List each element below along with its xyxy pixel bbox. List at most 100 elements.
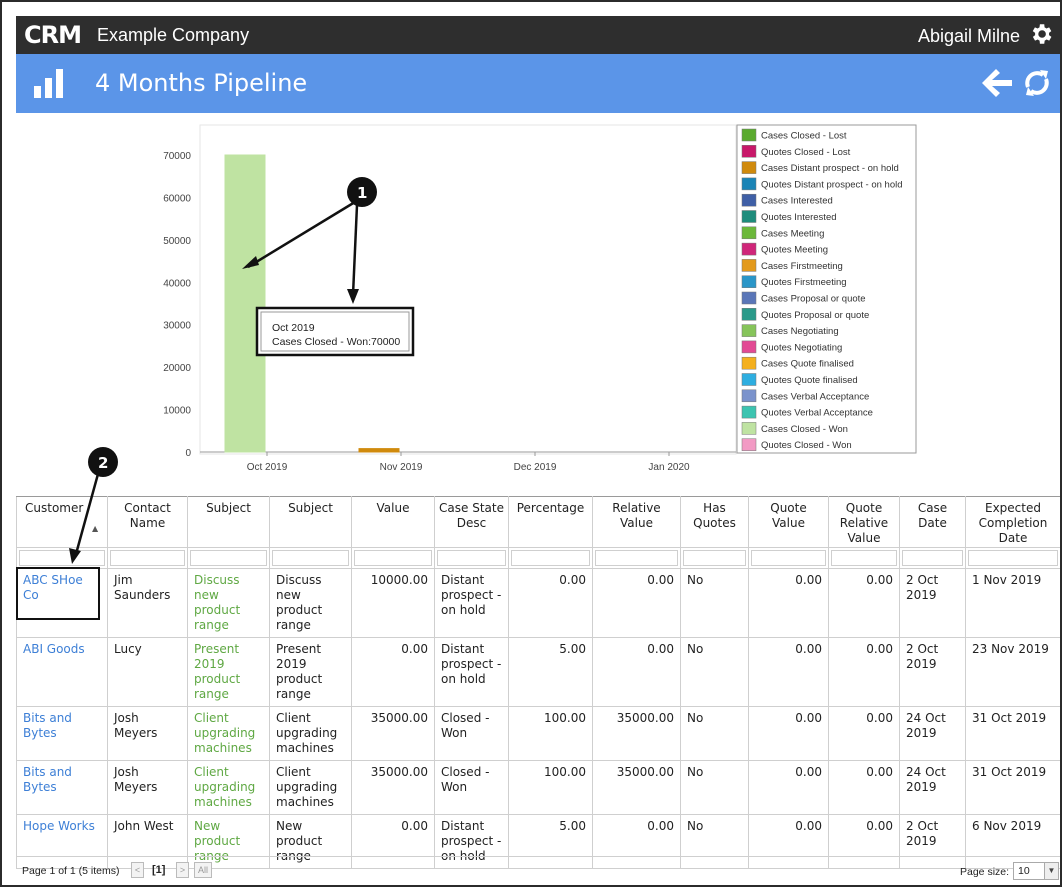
legend-label[interactable]: Cases Negotiating <box>761 326 839 337</box>
filter-percentage-input[interactable] <box>511 550 590 566</box>
column-header-has-quotes[interactable]: Has Quotes <box>680 496 749 548</box>
gear-icon[interactable] <box>1028 21 1054 47</box>
filter-contact-input[interactable] <box>110 550 185 566</box>
legend-swatch[interactable] <box>741 275 757 288</box>
filter-has-quotes-input[interactable] <box>683 550 746 566</box>
pager-next-button[interactable]: > <box>176 862 189 878</box>
legend-label[interactable]: Quotes Quote finalised <box>761 375 858 386</box>
legend-label[interactable]: Cases Distant prospect - on hold <box>761 163 899 174</box>
legend-swatch[interactable] <box>741 373 757 386</box>
legend-swatch[interactable] <box>741 177 757 191</box>
legend-swatch[interactable] <box>741 389 757 403</box>
column-header-relative-value[interactable]: Relative Value <box>592 496 681 548</box>
legend-swatch[interactable] <box>741 291 757 305</box>
legend-label[interactable]: Cases Closed - Lost <box>761 131 847 142</box>
legend-swatch[interactable] <box>741 356 757 370</box>
legend-label[interactable]: Quotes Interested <box>761 212 837 223</box>
has-quotes-cell: No <box>680 706 749 761</box>
refresh-icon[interactable] <box>1022 67 1052 99</box>
filter-state-input[interactable] <box>437 550 506 566</box>
legend-label[interactable]: Quotes Closed - Won <box>761 440 852 451</box>
case-date-cell: 24 Oct 2019 <box>899 706 966 761</box>
filter-relative-value-input[interactable] <box>595 550 678 566</box>
legend-label[interactable]: Quotes Distant prospect - on hold <box>761 179 903 190</box>
customer-link[interactable]: Bits and Bytes <box>16 760 108 815</box>
legend-label[interactable]: Quotes Firstmeeting <box>761 277 847 288</box>
legend-label[interactable]: Cases Firstmeeting <box>761 261 843 272</box>
column-header-percentage[interactable]: Percentage <box>508 496 593 548</box>
tooltip-line-2: Cases Closed - Won:70000 <box>272 336 400 348</box>
legend-label[interactable]: Quotes Meeting <box>761 245 828 256</box>
filter-quote-value-input[interactable] <box>751 550 826 566</box>
legend-label[interactable]: Cases Interested <box>761 196 833 207</box>
legend-swatch[interactable] <box>741 340 757 354</box>
filter-subject-input[interactable] <box>272 550 349 566</box>
user-name[interactable]: Abigail Milne <box>918 25 1020 47</box>
sort-ascending-icon[interactable]: ▲ <box>92 521 98 536</box>
customer-link[interactable]: Bits and Bytes <box>16 706 108 761</box>
legend-swatch[interactable] <box>741 259 757 272</box>
table-row[interactable]: Bits and Bytes Josh Meyers Client upgradin… <box>16 706 1060 761</box>
completion-date-cell: 23 Nov 2019 <box>965 637 1060 707</box>
legend-swatch[interactable] <box>741 438 757 451</box>
subject-link[interactable]: Present 2019 product range <box>187 637 270 707</box>
legend-swatch[interactable] <box>741 242 757 256</box>
callout-1-number: 1 <box>357 184 367 202</box>
filter-case-date-input[interactable] <box>902 550 963 566</box>
table-row[interactable]: ABI Goods Lucy Present 2019 product range P… <box>16 637 1060 707</box>
x-tick-label: Jan 2020 <box>648 462 690 473</box>
legend-label[interactable]: Cases Proposal or quote <box>761 294 866 305</box>
legend-swatch[interactable] <box>741 405 757 419</box>
legend-label[interactable]: Cases Verbal Acceptance <box>761 391 869 402</box>
pager-all-button[interactable]: All <box>194 862 212 878</box>
table-row[interactable]: ABC SHoe Co Jim Saunders Discuss new produ… <box>16 568 1060 638</box>
pager-current-page[interactable]: [1] <box>152 864 165 876</box>
column-header-case-state[interactable]: Case State Desc <box>434 496 509 548</box>
crm-logo[interactable]: CRM <box>24 22 82 48</box>
column-header-subject[interactable]: Subject <box>269 496 352 548</box>
bar[interactable] <box>358 448 400 453</box>
subject-link[interactable]: Client upgrading machines <box>187 706 270 761</box>
customer-link[interactable]: ABI Goods <box>16 637 108 707</box>
column-header-contact-name[interactable]: Contact Name <box>107 496 188 548</box>
legend-label[interactable]: Quotes Verbal Acceptance <box>761 408 873 419</box>
y-tick-label: 40000 <box>163 278 191 289</box>
pager-prev-button[interactable]: < <box>131 862 144 878</box>
legend-swatch[interactable] <box>741 210 757 223</box>
legend-label[interactable]: Quotes Proposal or quote <box>761 310 869 321</box>
legend-swatch[interactable] <box>741 193 757 207</box>
filter-customer-input[interactable] <box>19 550 105 566</box>
chevron-down-icon[interactable]: ▼ <box>1044 863 1058 879</box>
contact-name: Josh Meyers <box>107 760 188 815</box>
subject-link[interactable]: Discuss new product range <box>187 568 270 638</box>
legend-swatch[interactable] <box>741 128 757 142</box>
bar[interactable] <box>224 154 266 453</box>
column-header-quote-value[interactable]: Quote Value <box>748 496 829 548</box>
legend-label[interactable]: Quotes Negotiating <box>761 342 842 353</box>
filter-value-input[interactable] <box>354 550 432 566</box>
page-size-select[interactable]: 10 ▼ <box>1013 862 1059 880</box>
column-header-customer[interactable]: Customer ▲ <box>16 496 108 548</box>
filter-subject-link-input[interactable] <box>190 550 267 566</box>
x-tick-label: Oct 2019 <box>247 462 288 473</box>
subject-link[interactable]: Client upgrading machines <box>187 760 270 815</box>
legend-swatch[interactable] <box>741 226 757 240</box>
column-header-quote-relative-value[interactable]: Quote Relative Value <box>828 496 900 548</box>
arrow-left-icon[interactable] <box>980 67 1014 99</box>
table-row[interactable]: Bits and Bytes Josh Meyers Client upgradin… <box>16 760 1060 815</box>
legend-label[interactable]: Cases Meeting <box>761 228 824 239</box>
legend-swatch[interactable] <box>741 161 757 174</box>
column-header-expected-completion[interactable]: Expected Completion Date <box>965 496 1060 548</box>
column-header-value[interactable]: Value <box>351 496 435 548</box>
legend-label[interactable]: Cases Closed - Won <box>761 424 848 435</box>
legend-label[interactable]: Quotes Closed - Lost <box>761 147 851 158</box>
legend-swatch[interactable] <box>741 324 757 337</box>
filter-completion-input[interactable] <box>968 550 1058 566</box>
column-header-subject-link[interactable]: Subject <box>187 496 270 548</box>
legend-swatch[interactable] <box>741 308 757 321</box>
legend-label[interactable]: Cases Quote finalised <box>761 359 854 370</box>
filter-quote-relative-input[interactable] <box>831 550 897 566</box>
legend-swatch[interactable] <box>741 145 757 158</box>
column-header-case-date[interactable]: Case Date <box>899 496 966 548</box>
legend-swatch[interactable] <box>741 422 757 435</box>
